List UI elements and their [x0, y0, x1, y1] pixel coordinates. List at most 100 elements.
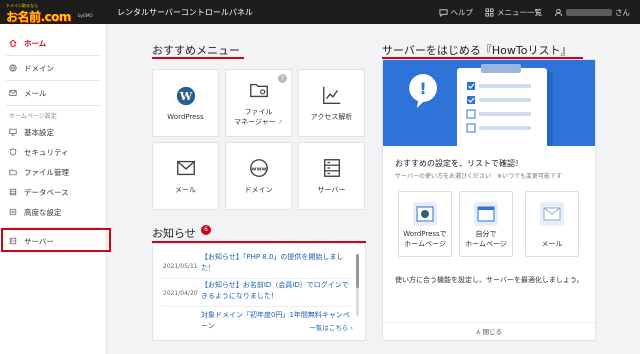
- checklist-illustration: !: [383, 60, 595, 146]
- help-icon[interactable]: ?: [278, 74, 287, 83]
- sidebar-item-label: ファイル管理: [24, 167, 69, 177]
- divider: [6, 105, 101, 106]
- wordpress-window-icon: [413, 202, 437, 226]
- menu-list-label: メニュー一覧: [497, 7, 542, 17]
- envelope-icon: [540, 202, 564, 226]
- sidebar-item-mail[interactable]: メール: [0, 83, 107, 103]
- external-link-icon: ↗: [277, 119, 283, 126]
- tile-label: WordPress: [167, 113, 204, 121]
- sidebar-section-label: ホームページ設定: [9, 113, 57, 120]
- chat-icon: [438, 8, 448, 17]
- sidebar-item-label: メール: [24, 88, 47, 98]
- logo-text: お名前.com: [6, 10, 71, 24]
- howto-usage-text: 使い方に合う機能を設定し、サーバーを最適化しましょう。: [395, 276, 584, 284]
- sidebar-item-label: 基本設定: [24, 127, 54, 137]
- user-icon: [554, 8, 563, 16]
- user-suffix: さん: [615, 7, 630, 17]
- option-label-line1: 自分で: [475, 230, 497, 238]
- settings-icon: [9, 208, 17, 216]
- news-count-badge: 6: [201, 225, 211, 235]
- option-label-line1: WordPressで: [403, 230, 447, 238]
- option-label-line1: メール: [541, 240, 563, 248]
- sidebar-item-label: ホーム: [24, 38, 47, 48]
- tile-wordpress[interactable]: W WordPress: [152, 69, 219, 137]
- app-title: レンタルサーバーコントロールパネル: [117, 8, 253, 17]
- option-own-homepage[interactable]: 自分で ホームページ: [459, 191, 513, 257]
- news-link[interactable]: 【お知らせ】「PHP 8.0」の提供を開始しました！: [201, 252, 351, 274]
- onamae-logo[interactable]: ドメイン取るなら お名前.com byGMO: [6, 3, 102, 24]
- sidebar-item-label: ドメイン: [24, 63, 54, 73]
- news-title: お知らせ: [152, 227, 196, 240]
- tile-label-line1: ファイル: [244, 108, 273, 116]
- mail-icon: [9, 90, 17, 96]
- top-bar: ドメイン取るなら お名前.com byGMO レンタルサーバーコントロールパネル…: [0, 0, 640, 24]
- news-more-link[interactable]: 一覧はこちら ›: [309, 322, 353, 332]
- option-wordpress-homepage[interactable]: WordPressで ホームページ: [398, 191, 452, 257]
- divider: [6, 80, 101, 81]
- howto-subtext: サーバーの使い方をお選びください ※いつでも変更可能です: [395, 173, 562, 180]
- globe-icon: [9, 64, 17, 72]
- option-label-line2: ホームページ: [404, 240, 446, 248]
- user-menu[interactable]: さん: [554, 7, 630, 18]
- grid-icon: [485, 7, 494, 17]
- help-link[interactable]: ヘルプ: [438, 7, 474, 18]
- wordpress-icon: W: [176, 86, 195, 106]
- tile-label: サーバー: [317, 186, 346, 194]
- divider: [6, 55, 101, 56]
- divider: [161, 278, 351, 279]
- sidebar-item-basic-settings[interactable]: 基本設定: [0, 122, 107, 142]
- news-date: 2021/05/11: [163, 263, 198, 270]
- folder-gear-icon: [249, 83, 268, 98]
- sidebar-item-database[interactable]: データベース: [0, 182, 107, 202]
- folder-icon: [9, 169, 17, 176]
- tile-label-line2: マネージャー: [234, 118, 276, 126]
- news-link[interactable]: 【お知らせ】お名前ID（会員ID）でログインできるようになりました！: [201, 280, 351, 302]
- shield-icon: [9, 148, 17, 156]
- menu-list-link[interactable]: メニュー一覧: [485, 7, 542, 18]
- sidebar: ホーム ドメイン メール ホームページ設定 基本設定 セキュリティ ファイル管理…: [0, 24, 107, 354]
- title-underline: [152, 57, 244, 59]
- option-label-line2: ホームページ: [465, 240, 507, 248]
- home-icon: [9, 39, 17, 47]
- sidebar-item-home[interactable]: ホーム: [0, 33, 107, 53]
- database-icon: [9, 188, 17, 196]
- sidebar-item-advanced-settings[interactable]: 高度な設定: [0, 202, 107, 222]
- user-name-redacted: [566, 8, 612, 16]
- tile-access-analysis[interactable]: アクセス解析: [298, 69, 365, 137]
- sidebar-item-label: データベース: [24, 187, 69, 197]
- sidebar-item-label: セキュリティ: [24, 147, 69, 157]
- tile-server[interactable]: サーバー: [298, 142, 365, 210]
- scroll-thumb[interactable]: [356, 254, 359, 288]
- tile-label: ドメイン: [244, 186, 273, 194]
- top-right-nav: ヘルプ メニュー一覧 さん: [438, 0, 630, 24]
- chart-icon: [322, 86, 340, 104]
- news-date: 2021/04/20: [163, 290, 198, 297]
- option-mail[interactable]: メール: [525, 191, 579, 257]
- help-label: ヘルプ: [450, 7, 474, 17]
- svg-text:www: www: [251, 166, 266, 172]
- close-toggle[interactable]: ∧ 閉じる: [383, 322, 595, 340]
- sidebar-item-label: 高度な設定: [24, 207, 62, 217]
- highlight-box: [1, 228, 111, 252]
- sidebar-item-domain[interactable]: ドメイン: [0, 58, 107, 78]
- howto-hero-illustration: !: [383, 60, 595, 146]
- recommended-title: おすすめメニュー: [152, 44, 240, 57]
- news-panel: 2021/05/11 【お知らせ】「PHP 8.0」の提供を開始しました！ 20…: [152, 243, 366, 341]
- howto-heading: おすすめの設定を、リストで確認！: [395, 159, 523, 168]
- tile-label: メール: [175, 186, 196, 194]
- howto-panel: ! おすすめの設定を、リストで確認！ サーバーの使い方をお選びください ※いつで…: [382, 59, 596, 341]
- server-icon: [323, 159, 340, 177]
- logo-sub: byGMO: [78, 13, 93, 18]
- sidebar-item-security[interactable]: セキュリティ: [0, 142, 107, 162]
- svg-text:!: !: [419, 79, 426, 98]
- monitor-icon: [9, 128, 17, 136]
- news-scrollbar[interactable]: [356, 254, 359, 316]
- code-window-icon: [474, 202, 498, 226]
- sidebar-item-file-management[interactable]: ファイル管理: [0, 162, 107, 182]
- howto-title: サーバーをはじめる『HowToリスト』: [382, 44, 572, 57]
- tile-file-manager[interactable]: ? ファイル マネージャー ↗: [225, 69, 292, 137]
- tile-label: アクセス解析: [310, 113, 353, 121]
- svg-text:W: W: [178, 90, 192, 103]
- tile-mail[interactable]: メール: [152, 142, 219, 210]
- tile-domain[interactable]: www ドメイン: [225, 142, 292, 210]
